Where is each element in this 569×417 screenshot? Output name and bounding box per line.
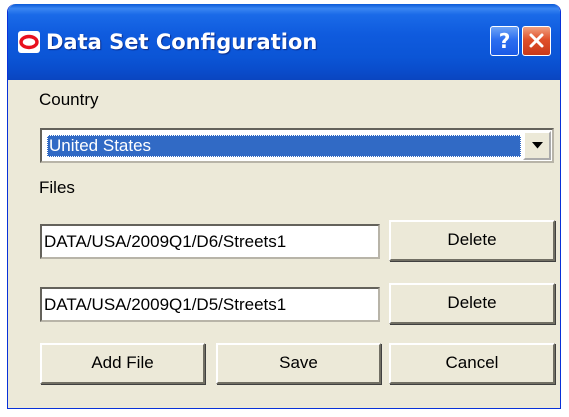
files-label: Files xyxy=(39,178,75,197)
chevron-down-icon xyxy=(532,142,543,149)
help-button[interactable]: ? xyxy=(490,26,519,56)
oracle-logo-icon xyxy=(18,31,40,53)
country-select-value[interactable]: United States xyxy=(47,135,521,157)
close-button[interactable] xyxy=(522,26,551,56)
delete-file-button[interactable]: Delete xyxy=(389,283,555,324)
window-title: Data Set Configuration xyxy=(46,30,318,54)
delete-file-button[interactable]: Delete xyxy=(389,220,555,261)
close-icon xyxy=(529,33,544,48)
country-dropdown-button[interactable] xyxy=(523,131,551,160)
help-icon: ? xyxy=(498,29,511,53)
data-set-configuration-dialog: Data Set Configuration ? Country United … xyxy=(7,4,561,409)
save-button[interactable]: Save xyxy=(216,343,381,384)
add-file-button[interactable]: Add File xyxy=(40,343,205,384)
cancel-button[interactable]: Cancel xyxy=(389,343,555,384)
country-label: Country xyxy=(39,90,99,109)
country-select[interactable]: United States xyxy=(40,128,554,163)
title-bar[interactable]: Data Set Configuration ? xyxy=(8,4,560,80)
file-path-field[interactable]: DATA/USA/2009Q1/D5/Streets1 xyxy=(40,287,380,322)
file-path-field[interactable]: DATA/USA/2009Q1/D6/Streets1 xyxy=(40,224,380,259)
